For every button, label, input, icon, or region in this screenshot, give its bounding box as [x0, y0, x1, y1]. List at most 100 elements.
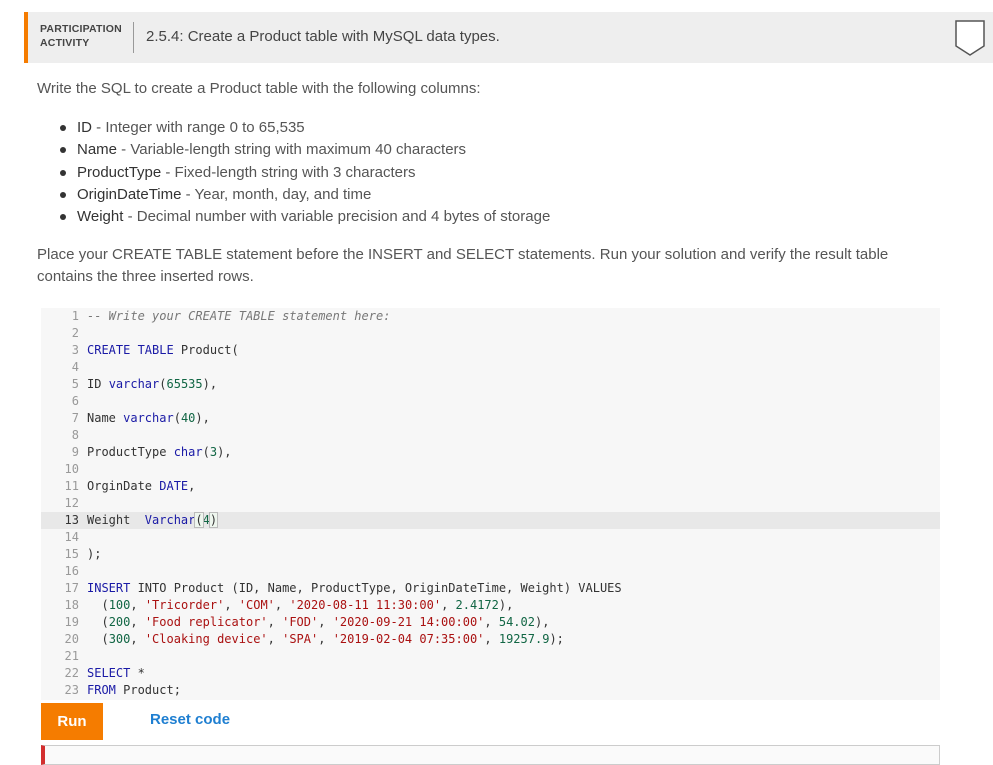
- line-number: 5: [71, 377, 79, 391]
- code-text: (: [87, 615, 109, 629]
- line-number: 18: [64, 598, 79, 612]
- column-desc: - Variable-length string with maximum 40…: [117, 141, 467, 159]
- code-text: (: [159, 377, 167, 391]
- header-divider: [133, 22, 134, 53]
- code-line[interactable]: 9 ProductType char(3),: [41, 444, 940, 461]
- code-text: (: [87, 632, 109, 646]
- code-line[interactable]: 1 -- Write your CREATE TABLE statement he…: [41, 308, 940, 325]
- line-number: 19: [64, 615, 79, 629]
- code-text: );: [549, 632, 564, 646]
- matched-bracket: (: [194, 512, 204, 528]
- run-button[interactable]: Run: [41, 703, 103, 740]
- code-text: ),: [534, 615, 550, 629]
- code-line[interactable]: 16: [41, 563, 940, 580]
- code-text: (: [87, 598, 109, 612]
- code-text: ,: [267, 632, 283, 646]
- code-line[interactable]: 19 (200, 'Food replicator', 'FOD', '2020…: [41, 614, 940, 631]
- code-line[interactable]: 21: [41, 648, 940, 665]
- code-line[interactable]: 14: [41, 529, 940, 546]
- active-code-line[interactable]: 13 Weight Varchar(4): [41, 512, 940, 529]
- code-line[interactable]: 10: [41, 461, 940, 478]
- line-number: 17: [64, 581, 79, 595]
- code-text: INTO Product (ID, Name, ProductType, Ori…: [130, 581, 622, 595]
- line-number: 12: [64, 496, 79, 510]
- code-text: ,: [130, 598, 145, 612]
- code-line[interactable]: 18 (100, 'Tricorder', 'COM', '2020-08-11…: [41, 597, 940, 614]
- completion-badge-icon: [955, 20, 985, 56]
- code-editor[interactable]: 1 -- Write your CREATE TABLE statement he…: [41, 308, 940, 700]
- line-number: 3: [71, 343, 79, 357]
- code-number: 65535: [166, 377, 203, 391]
- column-name: Name: [77, 141, 118, 159]
- activity-header: PARTICIPATION ACTIVITY 2.5.4: Create a P…: [24, 12, 993, 63]
- code-string: 'Cloaking device': [144, 632, 268, 646]
- reset-code-link[interactable]: Reset code: [150, 711, 230, 728]
- result-output-box: [41, 745, 940, 765]
- line-number: 15: [64, 547, 79, 561]
- column-name: Weight: [77, 208, 124, 226]
- line-number: 7: [71, 411, 79, 425]
- line-number: 6: [71, 394, 79, 408]
- code-text: ),: [202, 377, 218, 391]
- code-text: (: [173, 411, 181, 425]
- code-text: ,: [441, 598, 456, 612]
- column-desc: - Decimal number with variable precision…: [123, 208, 551, 226]
- list-item: ID - Integer with range 0 to 65,535: [60, 117, 550, 139]
- code-text: *: [130, 666, 145, 680]
- activity-type-line2: ACTIVITY: [40, 37, 90, 49]
- code-line[interactable]: 22 SELECT *: [41, 665, 940, 682]
- code-type: varchar: [108, 377, 160, 391]
- code-string: '2019-02-04 07:35:00': [332, 632, 485, 646]
- code-line[interactable]: 15);: [41, 546, 940, 563]
- column-desc: - Fixed-length string with 3 characters: [161, 163, 416, 181]
- code-line[interactable]: 5 ID varchar(65535),: [41, 376, 940, 393]
- column-name: ProductType: [77, 163, 162, 181]
- code-string: 'Tricorder': [144, 598, 225, 612]
- code-text: Product;: [115, 683, 181, 697]
- code-line[interactable]: 4: [41, 359, 940, 376]
- column-desc: - Year, month, day, and time: [181, 185, 372, 203]
- line-number: 1: [71, 309, 79, 323]
- list-item: ProductType - Fixed-length string with 3…: [60, 162, 550, 184]
- code-text: ProductType: [87, 445, 174, 459]
- code-line[interactable]: 23 FROM Product;: [41, 682, 940, 699]
- code-text: Weight: [87, 513, 145, 527]
- code-type: char: [173, 445, 203, 459]
- code-text: ,: [274, 598, 290, 612]
- line-number: 10: [64, 462, 79, 476]
- code-line[interactable]: 7 Name varchar(40),: [41, 410, 940, 427]
- code-line[interactable]: 17 INSERT INTO Product (ID, Name, Product…: [41, 580, 940, 597]
- code-text: ,: [267, 615, 283, 629]
- code-line[interactable]: 3 CREATE TABLE Product(: [41, 342, 940, 359]
- code-text: ID: [87, 377, 109, 391]
- code-text: ,: [130, 632, 145, 646]
- code-line[interactable]: 2: [41, 325, 940, 342]
- code-type: DATE: [159, 479, 189, 493]
- line-number: 22: [64, 666, 79, 680]
- code-number: 19257.9: [498, 632, 550, 646]
- code-string: '2020-09-21 14:00:00': [332, 615, 485, 629]
- code-line[interactable]: 20 (300, 'Cloaking device', 'SPA', '2019…: [41, 631, 940, 648]
- list-item: OriginDateTime - Year, month, day, and t…: [60, 184, 550, 206]
- code-text: OrginDate: [87, 479, 160, 493]
- intro-text: Write the SQL to create a Product table …: [37, 80, 481, 97]
- code-comment: -- Write your CREATE TABLE statement her…: [87, 309, 391, 323]
- code-number: 200: [108, 615, 131, 629]
- code-line[interactable]: 12: [41, 495, 940, 512]
- code-text: ,: [484, 615, 499, 629]
- code-number: 40: [180, 411, 196, 425]
- code-text: ,: [188, 479, 196, 493]
- line-number: 8: [71, 428, 79, 442]
- code-line[interactable]: 11 OrginDate DATE,: [41, 478, 940, 495]
- activity-title: 2.5.4: Create a Product table with MySQL…: [146, 28, 500, 45]
- code-number: 54.02: [498, 615, 535, 629]
- code-text: Name: [87, 411, 124, 425]
- text-cursor: [217, 513, 219, 528]
- code-type: Varchar: [144, 513, 196, 527]
- line-number: 13: [64, 513, 79, 527]
- code-text: ,: [318, 615, 333, 629]
- code-line[interactable]: 8: [41, 427, 940, 444]
- code-keyword: SELECT: [87, 666, 131, 680]
- code-text: ,: [130, 615, 145, 629]
- code-line[interactable]: 6: [41, 393, 940, 410]
